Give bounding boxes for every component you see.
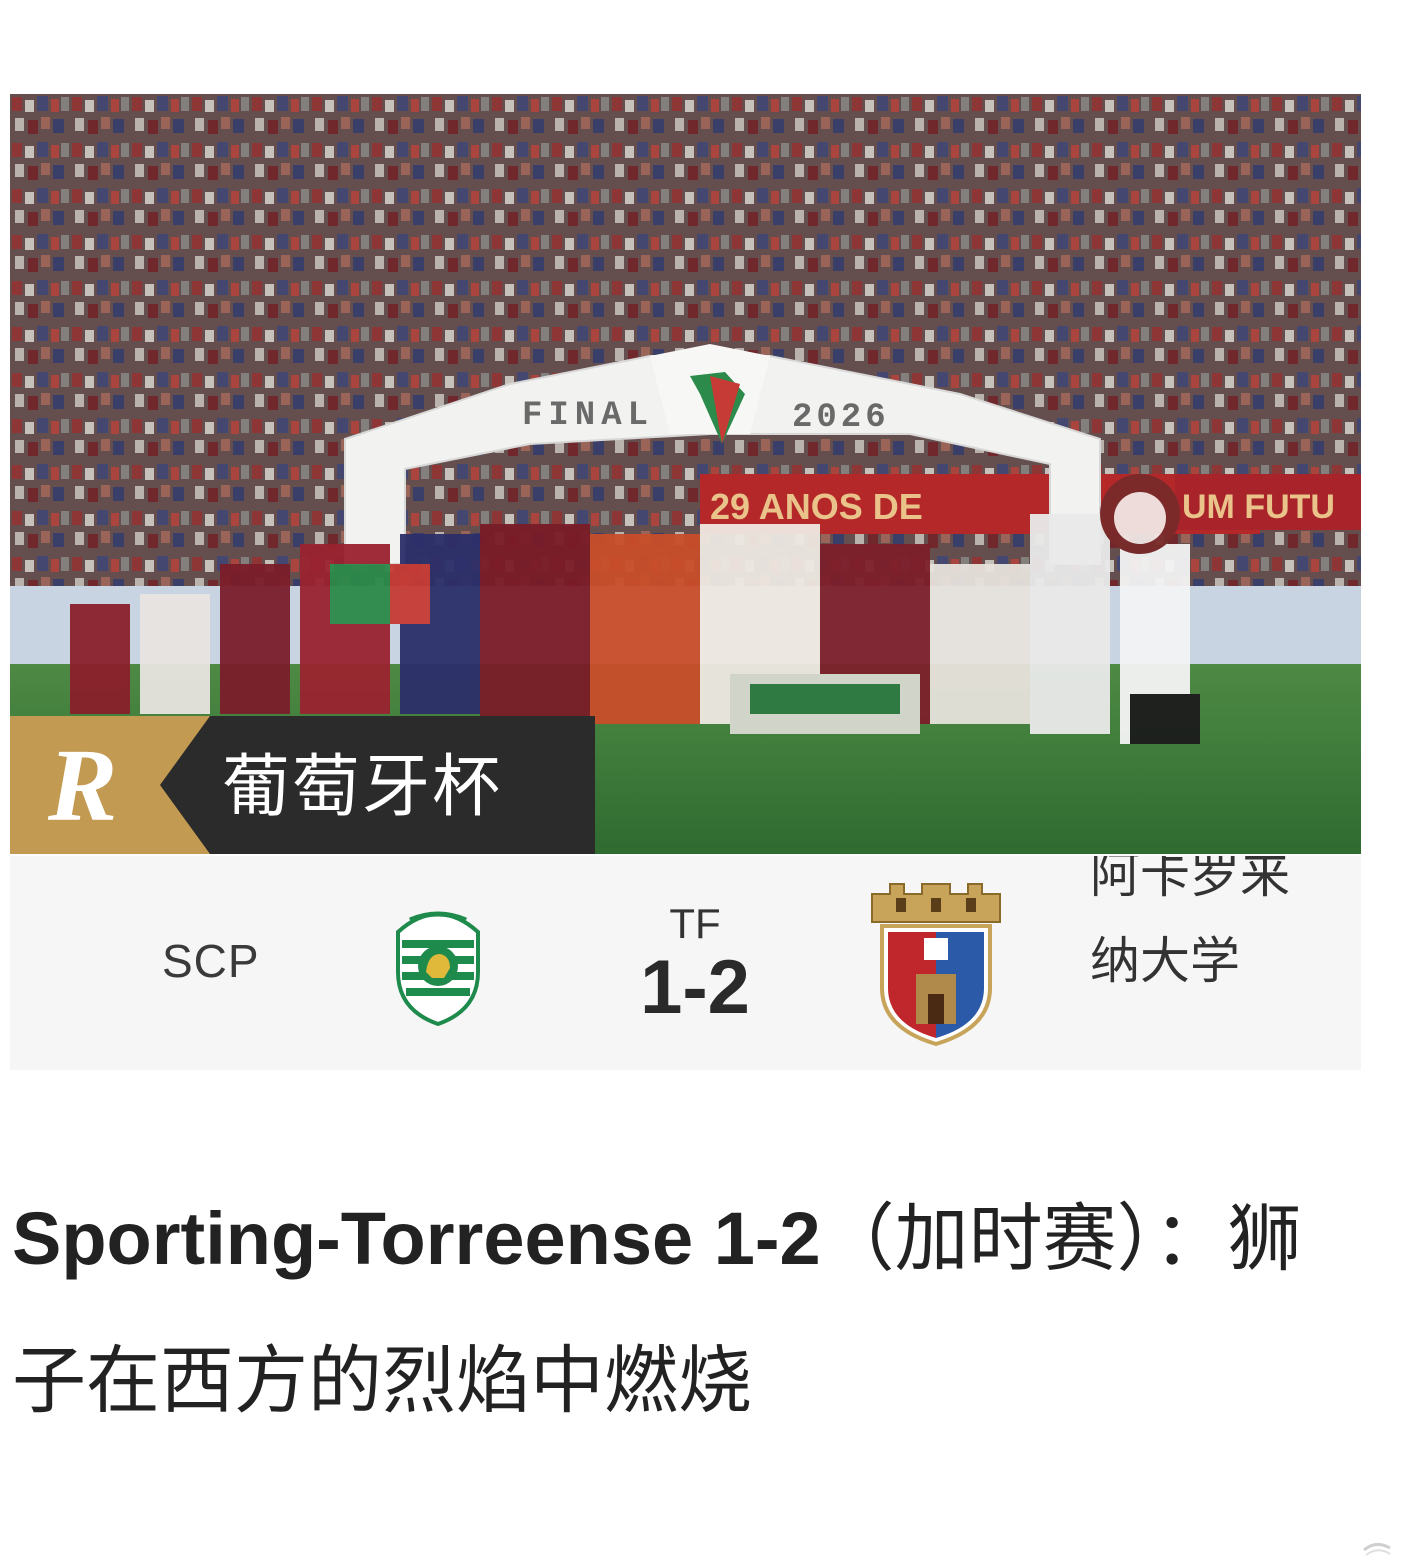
stadium-banner-right-text: UM FUTU — [1182, 488, 1335, 526]
brand-letter: R — [47, 728, 117, 843]
headline-teams-score: Sporting-Torreense 1-2 — [12, 1197, 821, 1280]
home-team-abbr[interactable]: SCP — [162, 934, 260, 988]
article-card[interactable]: 29 ANOS DE UM FUTU FINAL 2026 R 葡萄牙杯 SCP… — [0, 0, 1404, 1564]
arch-left-text: FINAL — [522, 397, 654, 435]
match-score: 1-2 — [640, 945, 750, 1030]
article-headline[interactable]: Sporting-Torreense 1-2（加时赛）：狮子在西方的烈焰中燃烧 — [12, 1168, 1352, 1452]
sporting-lion-crest-icon[interactable] — [388, 902, 488, 1026]
corner-curl-icon — [1363, 1543, 1391, 1556]
stadium-banner-text: 29 ANOS DE — [710, 486, 923, 527]
hero-photo[interactable]: 29 ANOS DE UM FUTU FINAL 2026 R 葡萄牙杯 — [10, 94, 1361, 854]
score-panel[interactable]: SCP TF 1-2 阿卡罗来纳大学 — [10, 856, 1361, 1070]
torreense-castle-crest-icon[interactable] — [866, 878, 1006, 1048]
competition-label[interactable]: 葡萄牙杯 — [222, 754, 502, 822]
arch-right-text: 2026 — [792, 399, 890, 437]
match-status: TF — [669, 900, 721, 947]
competition-badge[interactable]: R 葡萄牙杯 — [10, 716, 595, 854]
away-team-name[interactable]: 阿卡罗来纳大学 — [1090, 856, 1290, 1004]
